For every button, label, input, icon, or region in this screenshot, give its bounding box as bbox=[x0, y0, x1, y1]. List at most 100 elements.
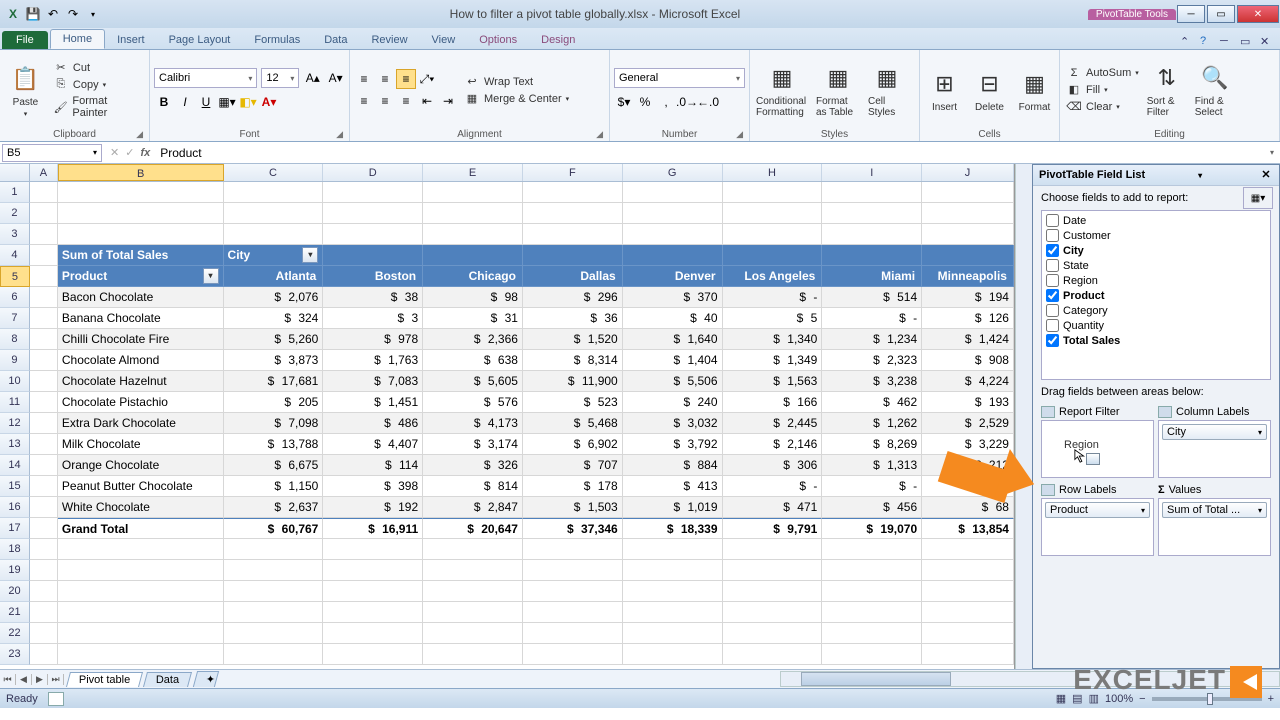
sheet-nav-prev-icon[interactable]: ◀ bbox=[16, 674, 32, 685]
expand-formula-icon[interactable]: ▾ bbox=[1264, 148, 1280, 157]
format-cells-button[interactable]: ▦Format bbox=[1014, 66, 1055, 115]
row-header[interactable]: 14 bbox=[0, 455, 30, 476]
underline-button[interactable]: U bbox=[196, 92, 216, 112]
row-header[interactable]: 23 bbox=[0, 644, 30, 665]
field-list[interactable]: DateCustomerCityStateRegionProductCatego… bbox=[1041, 210, 1271, 380]
field-region[interactable]: Region bbox=[1044, 273, 1268, 288]
indent-dec-icon[interactable]: ⇤ bbox=[417, 91, 437, 111]
row-header[interactable]: 1 bbox=[0, 182, 30, 203]
view-normal-icon[interactable]: ▦ bbox=[1056, 692, 1066, 705]
zone-report-filter[interactable]: Report Filter Region bbox=[1041, 404, 1154, 478]
row-header[interactable]: 3 bbox=[0, 224, 30, 245]
row-header[interactable]: 5 bbox=[0, 266, 30, 287]
sheet-nav-first-icon[interactable]: ⏮ bbox=[0, 674, 16, 685]
tab-review[interactable]: Review bbox=[359, 31, 419, 49]
wrap-text-button[interactable]: ↩Wrap Text bbox=[462, 74, 571, 89]
zone-values[interactable]: ΣValues Sum of Total ...▾ bbox=[1158, 482, 1271, 567]
minimize-ribbon-icon[interactable]: ⌃ bbox=[1180, 35, 1194, 49]
row-header[interactable]: 13 bbox=[0, 434, 30, 455]
dec-decimal-icon[interactable]: ←.0 bbox=[698, 92, 718, 112]
border-button[interactable]: ▦▾ bbox=[217, 92, 237, 112]
autosum-button[interactable]: ΣAutoSum▾ bbox=[1064, 66, 1141, 80]
vertical-scrollbar[interactable] bbox=[1015, 164, 1032, 669]
delete-cells-button[interactable]: ⊟Delete bbox=[969, 66, 1010, 115]
row-header[interactable]: 19 bbox=[0, 560, 30, 581]
sheet-nav-next-icon[interactable]: ▶ bbox=[32, 674, 48, 685]
col-header-C[interactable]: C bbox=[224, 164, 324, 181]
tab-insert[interactable]: Insert bbox=[105, 31, 157, 49]
align-middle-icon[interactable]: ≡ bbox=[375, 69, 395, 89]
zone-column-labels[interactable]: Column Labels City▾ bbox=[1158, 404, 1271, 478]
sheet-tab-pivot[interactable]: Pivot table bbox=[66, 672, 143, 687]
field-total-sales[interactable]: Total Sales bbox=[1044, 333, 1268, 348]
col-header-H[interactable]: H bbox=[723, 164, 823, 181]
formula-input[interactable] bbox=[156, 146, 1264, 160]
window-close-icon[interactable]: ✕ bbox=[1260, 35, 1274, 49]
col-header-D[interactable]: D bbox=[323, 164, 423, 181]
window-restore-icon[interactable]: ▭ bbox=[1240, 35, 1254, 49]
field-customer[interactable]: Customer bbox=[1044, 228, 1268, 243]
zone-item-product[interactable]: Product▾ bbox=[1045, 502, 1150, 518]
enter-formula-icon[interactable]: ✓ bbox=[125, 146, 134, 159]
col-header-B[interactable]: B bbox=[58, 164, 224, 181]
row-header[interactable]: 15 bbox=[0, 476, 30, 497]
field-state[interactable]: State bbox=[1044, 258, 1268, 273]
bold-button[interactable]: B bbox=[154, 92, 174, 112]
copy-button[interactable]: ⎘Copy▾ bbox=[51, 77, 145, 92]
sheet-nav-last-icon[interactable]: ⏭ bbox=[48, 674, 64, 685]
fill-color-button[interactable]: ◧▾ bbox=[238, 92, 258, 112]
row-header[interactable]: 8 bbox=[0, 329, 30, 350]
orientation-icon[interactable]: ⤢▾ bbox=[417, 69, 437, 89]
field-date[interactable]: Date bbox=[1044, 213, 1268, 228]
name-box[interactable]: B5▾ bbox=[2, 144, 102, 162]
grow-font-icon[interactable]: A▴ bbox=[303, 68, 322, 88]
zone-item-city[interactable]: City▾ bbox=[1162, 424, 1267, 440]
undo-icon[interactable]: ↶ bbox=[44, 5, 62, 23]
dialog-launcher-icon[interactable]: ◢ bbox=[136, 129, 143, 140]
italic-button[interactable]: I bbox=[175, 92, 195, 112]
maximize-button[interactable]: ▭ bbox=[1207, 5, 1235, 23]
col-header-I[interactable]: I bbox=[822, 164, 922, 181]
row-header[interactable]: 12 bbox=[0, 413, 30, 434]
save-icon[interactable]: 💾 bbox=[24, 5, 42, 23]
cancel-formula-icon[interactable]: ✕ bbox=[110, 146, 119, 159]
field-city[interactable]: City bbox=[1044, 243, 1268, 258]
fill-button[interactable]: ◧Fill▾ bbox=[1064, 82, 1141, 97]
close-button[interactable]: ✕ bbox=[1237, 5, 1279, 23]
col-header-A[interactable]: A bbox=[30, 164, 58, 181]
qat-dropdown-icon[interactable]: ▾ bbox=[84, 5, 102, 23]
tab-pagelayout[interactable]: Page Layout bbox=[157, 31, 243, 49]
tab-options[interactable]: Options bbox=[467, 31, 529, 49]
row-header[interactable]: 22 bbox=[0, 623, 30, 644]
row-header[interactable]: 9 bbox=[0, 350, 30, 371]
number-format-combo[interactable]: General▾ bbox=[614, 68, 745, 88]
conditional-formatting-button[interactable]: ▦Conditional Formatting bbox=[754, 60, 810, 120]
row-header[interactable]: 11 bbox=[0, 392, 30, 413]
row-header[interactable]: 17 bbox=[0, 518, 30, 539]
merge-center-button[interactable]: ▦Merge & Center▾ bbox=[462, 91, 571, 106]
fx-icon[interactable]: fx bbox=[140, 147, 150, 159]
zone-item-sumoftotal[interactable]: Sum of Total ...▾ bbox=[1162, 502, 1267, 518]
font-size-combo[interactable]: 12▾ bbox=[261, 68, 299, 88]
field-category[interactable]: Category bbox=[1044, 303, 1268, 318]
row-header[interactable]: 21 bbox=[0, 602, 30, 623]
new-sheet-button[interactable]: ✦ bbox=[192, 671, 218, 687]
col-header-J[interactable]: J bbox=[922, 164, 1014, 181]
tab-file[interactable]: File bbox=[2, 31, 48, 49]
minimize-button[interactable]: ─ bbox=[1177, 5, 1205, 23]
indent-inc-icon[interactable]: ⇥ bbox=[438, 91, 458, 111]
zone-row-labels[interactable]: Row Labels Product▾ bbox=[1041, 482, 1154, 567]
sheet-tab-data[interactable]: Data bbox=[143, 672, 192, 687]
spreadsheet-grid[interactable]: ABCDEFGHIJ 1234Sum of Total SalesCity▾5P… bbox=[0, 164, 1015, 669]
row-header[interactable]: 7 bbox=[0, 308, 30, 329]
tab-formulas[interactable]: Formulas bbox=[242, 31, 312, 49]
tab-design[interactable]: Design bbox=[529, 31, 587, 49]
field-product[interactable]: Product bbox=[1044, 288, 1268, 303]
cut-button[interactable]: ✂Cut bbox=[51, 60, 145, 75]
row-header[interactable]: 20 bbox=[0, 581, 30, 602]
font-color-button[interactable]: A▾ bbox=[259, 92, 279, 112]
sort-filter-button[interactable]: ⇅Sort & Filter bbox=[1145, 60, 1189, 120]
help-icon[interactable]: ? bbox=[1200, 35, 1214, 49]
align-right-icon[interactable]: ≡ bbox=[396, 91, 416, 111]
percent-icon[interactable]: % bbox=[635, 92, 655, 112]
